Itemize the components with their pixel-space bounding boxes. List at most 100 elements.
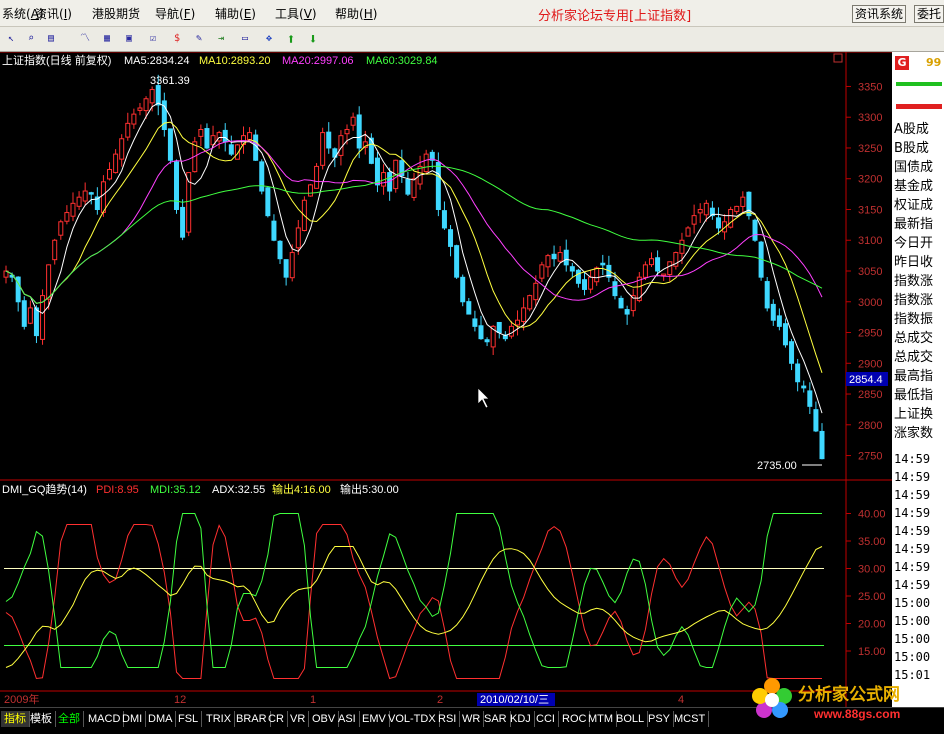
- tab-dma[interactable]: DMA: [145, 711, 177, 727]
- candle-body: [107, 169, 113, 180]
- site-logo: 分析家公式网 www.88gs.com: [744, 672, 944, 730]
- tab-vol-tdx[interactable]: VOL-TDX: [385, 711, 440, 727]
- menu-hk-futures[interactable]: 港股期货: [92, 5, 140, 22]
- panel-row-label: 权证成: [894, 198, 934, 213]
- mouse-cursor-icon: [477, 387, 490, 409]
- menu-tools[interactable]: 工具(V): [275, 5, 317, 22]
- f10-icon[interactable]: ▤: [42, 30, 60, 48]
- sub-y-tick-label: 35.00: [858, 536, 886, 548]
- tab-rsi[interactable]: RSI: [435, 711, 461, 727]
- x-label-1: 1: [310, 694, 316, 706]
- menu-navigate[interactable]: 导航(F): [155, 5, 195, 22]
- sub-y-tick-label: 20.00: [858, 619, 886, 631]
- candle-body: [441, 210, 447, 229]
- candle-body: [247, 132, 253, 141]
- screen-icon[interactable]: ▭: [236, 30, 254, 48]
- panel-time: 14:59: [894, 542, 931, 556]
- candle-body: [655, 257, 661, 272]
- candle-body: [734, 205, 740, 212]
- dollar-icon[interactable]: $: [168, 30, 186, 48]
- candle-body: [466, 301, 472, 315]
- info-system-button[interactable]: 资讯系统: [852, 5, 907, 23]
- candle-body: [64, 212, 70, 222]
- trade-button[interactable]: 委托: [914, 5, 944, 23]
- flower-logo-icon: [752, 678, 792, 718]
- grid-icon[interactable]: ▣: [120, 30, 138, 48]
- menu-info[interactable]: 资讯(I): [35, 5, 72, 22]
- candle-body: [679, 239, 685, 254]
- candle-body: [752, 219, 758, 241]
- mdi-label: MDI:35.12: [150, 484, 201, 496]
- kline-icon[interactable]: 〽: [76, 30, 94, 48]
- zoom-icon[interactable]: ⌕: [22, 30, 40, 48]
- ma5-line: [5, 102, 823, 414]
- y-tick-label: 2750: [858, 451, 882, 463]
- tab-全部[interactable]: 全部: [55, 711, 84, 727]
- tools-icon[interactable]: ✎: [190, 30, 208, 48]
- panel-row-label: 指数振: [894, 312, 934, 327]
- candle-body: [764, 281, 770, 309]
- candle-body: [174, 161, 180, 210]
- tab-boll[interactable]: BOLL: [613, 711, 649, 727]
- candle-body: [557, 252, 563, 262]
- candle-body: [277, 240, 283, 260]
- candle-body: [618, 297, 624, 309]
- tab-cci[interactable]: CCI: [533, 711, 559, 727]
- rsi-icon[interactable]: ▦: [98, 30, 116, 48]
- candle-body: [795, 363, 801, 383]
- checklist-icon[interactable]: ☑: [144, 30, 162, 48]
- move-icon[interactable]: ✥: [260, 30, 278, 48]
- candle-body: [454, 245, 460, 278]
- tab-kdj[interactable]: KDJ: [507, 711, 535, 727]
- candle-body: [180, 206, 186, 238]
- candle-body: [283, 259, 289, 278]
- export-icon[interactable]: ⇥: [212, 30, 230, 48]
- candle-body: [661, 273, 667, 277]
- cursor-icon[interactable]: ↖: [2, 30, 20, 48]
- tab-指标[interactable]: 指标: [1, 711, 30, 727]
- panel-time: 14:59: [894, 470, 931, 484]
- tab-psy[interactable]: PSY: [645, 711, 675, 727]
- candle-body: [533, 282, 539, 301]
- down-arrow-icon[interactable]: ⬇: [304, 30, 322, 48]
- candle-body: [813, 409, 819, 432]
- candle-body: [295, 227, 301, 249]
- candle-body: [271, 220, 277, 241]
- candle-body: [594, 267, 600, 283]
- candle-body: [405, 178, 411, 195]
- candle-body: [289, 252, 295, 279]
- tab-fsl[interactable]: FSL: [175, 711, 203, 727]
- toolbar: ↖ ⌕ ▤ 〽 ▦ ▣ ☑ $ ✎ ⇥ ▭ ✥ ⬆ ⬇: [0, 27, 944, 52]
- tab-asi[interactable]: ASI: [335, 711, 360, 727]
- menu-help[interactable]: 帮助(H): [335, 5, 377, 22]
- output4-label: 输出4:16.00: [272, 482, 331, 496]
- chart-area[interactable]: 上证指数(日线 前复权) MA5:2834.24 MA10:2893.20 MA…: [0, 51, 892, 707]
- candle-body: [478, 325, 484, 340]
- panel-row-label: 最高指: [894, 369, 934, 384]
- menu-assist[interactable]: 辅助(E): [215, 5, 256, 22]
- panel-time: 14:59: [894, 524, 931, 538]
- mdi-line: [5, 513, 822, 668]
- y-tick-label: 3150: [858, 204, 882, 216]
- tab-vr[interactable]: VR: [287, 711, 310, 727]
- up-arrow-icon[interactable]: ⬆: [282, 30, 300, 48]
- tab-dmi[interactable]: DMI: [119, 711, 147, 727]
- sub-y-tick-label: 40.00: [858, 509, 886, 521]
- candle-body: [569, 266, 575, 272]
- tab-模板[interactable]: 模板: [27, 711, 56, 727]
- candle-body: [374, 157, 380, 186]
- tab-cr[interactable]: CR: [265, 711, 288, 727]
- panel-time: 14:59: [894, 560, 931, 574]
- x-label-2: 2: [437, 694, 443, 706]
- candle-body: [496, 321, 502, 334]
- x-label-12: 12: [174, 694, 186, 706]
- tab-mcst[interactable]: MCST: [671, 711, 710, 727]
- chart-canvas[interactable]: 上证指数(日线 前复权) MA5:2834.24 MA10:2893.20 MA…: [0, 51, 892, 707]
- candle-body: [88, 192, 94, 195]
- candle-body: [539, 264, 545, 279]
- tab-trix[interactable]: TRIX: [203, 711, 236, 727]
- candle-body: [460, 276, 466, 303]
- candle-body: [314, 165, 320, 189]
- maximize-icon[interactable]: [833, 53, 843, 63]
- candle-body: [728, 208, 734, 228]
